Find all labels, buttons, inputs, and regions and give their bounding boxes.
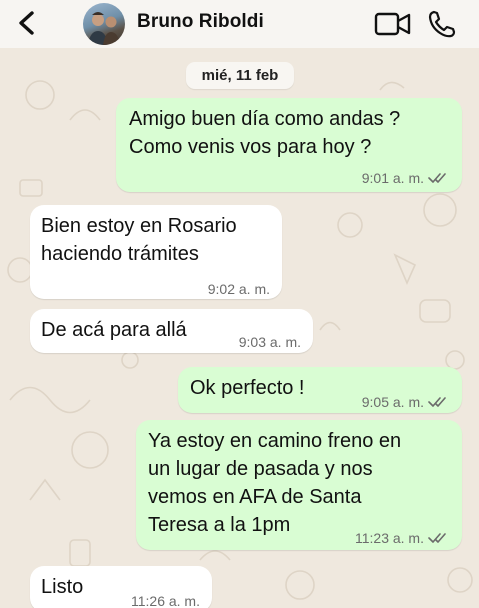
message-text: vemos en AFA de Santa [148, 486, 362, 508]
message-text: Bien estoy en Rosario [41, 215, 237, 237]
message-text: Ya estoy en camino freno en [148, 430, 402, 452]
double-check-icon [428, 397, 446, 407]
message-meta: 9:02 a. m. [208, 275, 270, 303]
message-text: Listo [41, 576, 84, 598]
date-separator: mié, 11 feb [186, 62, 294, 89]
message-text: Como venis vos para hoy ? [129, 136, 372, 158]
avatar-photo [88, 12, 120, 45]
message-time: 9:02 a. m. [207, 281, 270, 297]
message-text: haciendo trámites [41, 243, 199, 265]
message-bubble-incoming[interactable]: Bien estoy en Rosario haciendo trámites … [30, 205, 282, 299]
message-bubble-incoming[interactable]: De acá para allá 9:03 a. m. [30, 309, 313, 353]
message-meta: 9:05 a. m. [362, 388, 450, 416]
message-text: un lugar de pasada y nos [148, 458, 373, 480]
message-time: 9:05 a. m. [361, 394, 424, 410]
message-time: 11:26 a. m. [130, 593, 200, 608]
contact-avatar[interactable] [83, 3, 125, 45]
double-check-icon [428, 533, 446, 543]
message-bubble-outgoing[interactable]: Amigo buen día como andas ? Como venis v… [116, 98, 462, 192]
message-time: 11:23 a. m. [354, 530, 424, 546]
message-text: Teresa a la 1pm [148, 514, 291, 536]
message-bubble-outgoing[interactable]: Ya estoy en camino freno en un lugar de … [136, 420, 462, 550]
message-bubble-outgoing[interactable]: Ok perfecto ! 9:05 a. m. [178, 367, 462, 413]
message-meta: 11:23 a. m. [355, 524, 450, 552]
message-text: De acá para allá [41, 319, 187, 341]
video-camera-icon[interactable] [373, 9, 413, 39]
message-meta: 9:01 a. m. [362, 164, 450, 192]
message-bubble-incoming[interactable]: Listo 11:26 a. m. [30, 566, 212, 608]
contact-name[interactable]: Bruno Riboldi [137, 11, 264, 33]
chat-header: Bruno Riboldi [0, 0, 479, 48]
message-meta: 11:26 a. m. [131, 587, 200, 608]
phone-icon[interactable] [426, 9, 458, 39]
message-time: 9:01 a. m. [361, 170, 424, 186]
double-check-icon [428, 173, 446, 183]
message-text: Amigo buen día como andas ? [129, 108, 401, 130]
message-text: Ok perfecto ! [190, 377, 305, 399]
chevron-left-icon[interactable] [16, 10, 38, 36]
message-time: 9:03 a. m. [238, 334, 301, 350]
message-meta: 9:03 a. m. [239, 328, 301, 356]
